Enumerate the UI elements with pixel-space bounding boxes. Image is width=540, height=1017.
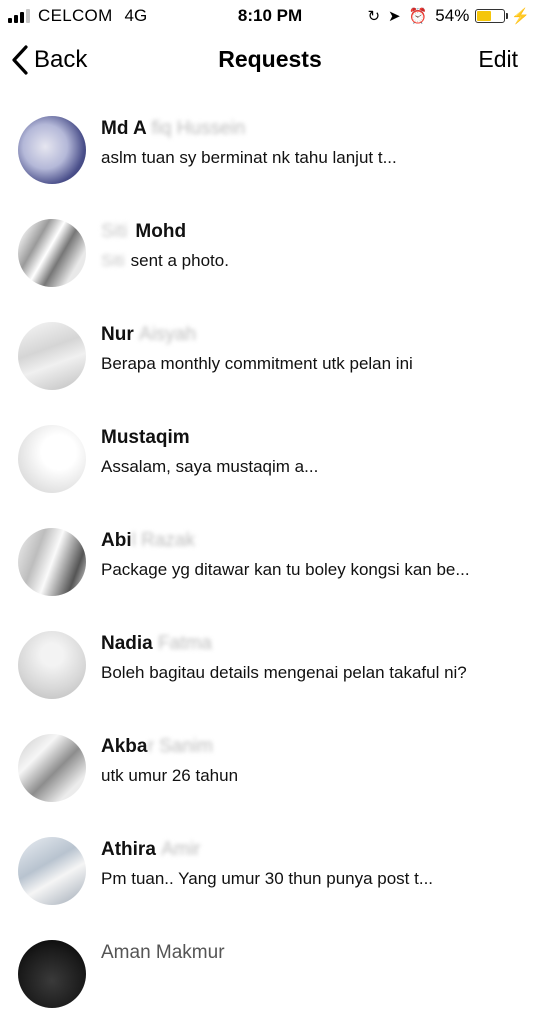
request-row[interactable]: Nadia Fatma Boleh bagitau details mengen… bbox=[0, 605, 540, 708]
location-arrow-icon: ➤ bbox=[388, 8, 401, 25]
request-message-preview: Pm tuan.. Yang umur 30 thun punya post t… bbox=[101, 869, 434, 888]
status-bar: CELCOM 4G 8:10 PM ↻ ➤ ⏰ 54% ⚡ bbox=[0, 0, 540, 32]
request-message-preview: aslm tuan sy berminat nk tahu lanjut t..… bbox=[101, 148, 397, 167]
avatar bbox=[18, 219, 86, 287]
request-row[interactable]: Mustaqim Assalam, saya mustaqim a... bbox=[0, 399, 540, 502]
avatar bbox=[18, 528, 86, 596]
request-sender-name: Mustaqim bbox=[101, 427, 190, 448]
edit-button[interactable]: Edit bbox=[478, 46, 518, 73]
request-sender-name: Md A fiq Hussein bbox=[101, 118, 246, 139]
battery-fill bbox=[477, 11, 492, 21]
request-sender-name: Siti Mohd bbox=[101, 221, 187, 242]
page-title: Requests bbox=[218, 46, 322, 72]
navigation-bar: Back Requests Edit bbox=[0, 32, 540, 90]
avatar bbox=[18, 116, 86, 184]
charging-bolt-icon: ⚡ bbox=[511, 8, 530, 25]
request-sender-name: Akbar Sanim bbox=[101, 736, 213, 757]
alarm-clock-icon: ⏰ bbox=[408, 8, 428, 25]
request-sender-name: Athira Amir bbox=[101, 839, 201, 860]
request-row[interactable]: Siti Mohd Siti sent a photo. bbox=[0, 193, 540, 296]
avatar bbox=[18, 425, 86, 493]
requests-list: Md A fiq Hussein aslm tuan sy berminat n… bbox=[0, 90, 540, 1017]
avatar bbox=[18, 734, 86, 802]
battery-icon bbox=[475, 9, 509, 23]
avatar bbox=[18, 837, 86, 905]
request-row[interactable]: Abil Razak Package yg ditawar kan tu bol… bbox=[0, 502, 540, 605]
request-sender-name: Abil Razak bbox=[101, 530, 195, 551]
request-sender-name: Nur Aisyah bbox=[101, 324, 197, 345]
request-row[interactable]: Athira Amir Pm tuan.. Yang umur 30 thun … bbox=[0, 811, 540, 914]
request-row[interactable]: Akbar Sanim utk umur 26 tahun bbox=[0, 708, 540, 811]
rotation-lock-icon: ↻ bbox=[367, 8, 381, 25]
request-sender-name: Nadia Fatma bbox=[101, 633, 212, 654]
request-message-preview: Boleh bagitau details mengenai pelan tak… bbox=[101, 663, 467, 682]
request-message-preview: Assalam, saya mustaqim a... bbox=[101, 457, 319, 476]
request-row[interactable]: Nur Aisyah Berapa monthly commitment utk… bbox=[0, 296, 540, 399]
request-row[interactable]: Md A fiq Hussein aslm tuan sy berminat n… bbox=[0, 90, 540, 193]
status-right: ↻ ➤ ⏰ 54% ⚡ bbox=[367, 6, 530, 26]
battery-percent: 54% bbox=[435, 6, 470, 25]
request-message-preview: Siti sent a photo. bbox=[101, 251, 229, 270]
avatar bbox=[18, 322, 86, 390]
request-sender-name: Aman Makmur bbox=[101, 942, 225, 963]
avatar bbox=[18, 631, 86, 699]
request-message-preview: Berapa monthly commitment utk pelan ini bbox=[101, 354, 413, 373]
request-row[interactable]: Aman Makmur bbox=[0, 914, 540, 1017]
request-message-preview: Package yg ditawar kan tu boley kongsi k… bbox=[101, 560, 470, 579]
avatar bbox=[18, 940, 86, 1008]
request-message-preview: utk umur 26 tahun bbox=[101, 766, 239, 785]
